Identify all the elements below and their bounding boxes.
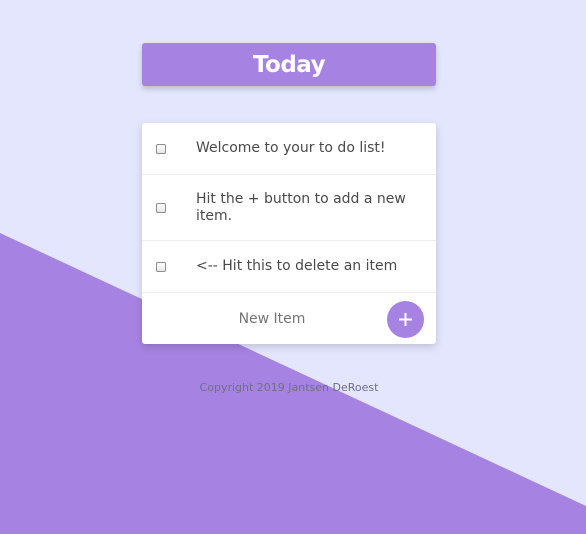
item-checkbox[interactable]	[156, 262, 166, 272]
add-item-button[interactable]	[387, 301, 424, 338]
todo-item-text: <-- Hit this to delete an item	[196, 258, 398, 274]
todo-item-text: Hit the + button to add a new item.	[196, 191, 406, 224]
todo-list: Welcome to your to do list! Hit the + bu…	[142, 123, 436, 344]
todo-item-text: Welcome to your to do list!	[196, 140, 386, 156]
plus-icon	[399, 313, 412, 326]
new-item-input[interactable]	[182, 306, 362, 332]
page-title: Today	[252, 51, 326, 78]
todo-item: <-- Hit this to delete an item	[142, 241, 436, 293]
header-bar: Today	[142, 43, 436, 86]
new-item-row	[142, 293, 436, 344]
copyright-text: Copyright 2019 Jantsen DeRoest	[199, 381, 379, 394]
item-checkbox[interactable]	[156, 144, 166, 154]
todo-item: Hit the + button to add a new item.	[142, 175, 436, 241]
todo-item: Welcome to your to do list!	[142, 123, 436, 175]
item-checkbox[interactable]	[156, 203, 166, 213]
